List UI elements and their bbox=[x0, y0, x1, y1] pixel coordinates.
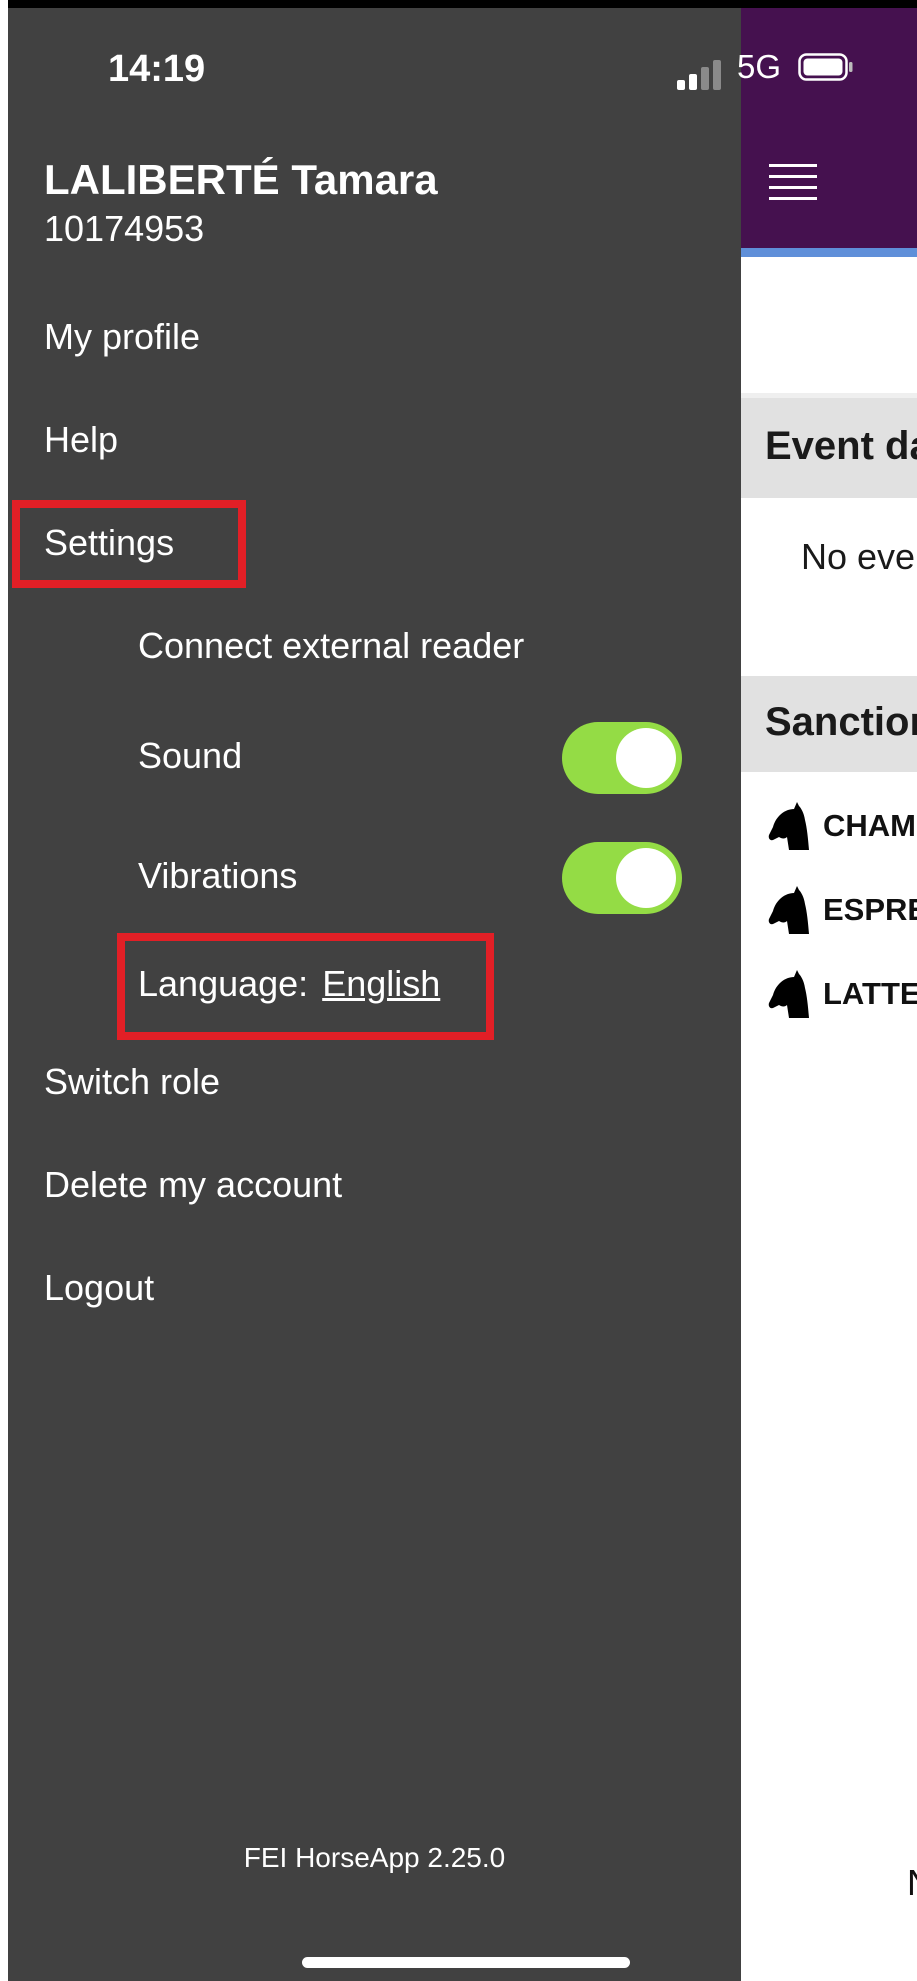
hamburger-menu-icon[interactable] bbox=[769, 164, 817, 200]
language-label: Language: bbox=[138, 963, 309, 1004]
screen-top-border bbox=[0, 0, 917, 8]
network-type: 5G bbox=[737, 48, 782, 85]
language-value[interactable]: English bbox=[322, 963, 440, 1004]
app-version: FEI HorseApp 2.25.0 bbox=[243, 1842, 506, 1873]
user-name: LALIBERTÉ Tamara bbox=[44, 156, 438, 203]
home-indicator[interactable] bbox=[302, 1957, 630, 1968]
horse-head-icon bbox=[768, 886, 809, 934]
menu-item-settings[interactable]: Settings bbox=[44, 522, 174, 564]
horse-name: ESPRE bbox=[823, 892, 917, 927]
cellular-signal-icon bbox=[677, 58, 731, 90]
horse-name: CHAM bbox=[823, 808, 916, 843]
vibrations-label: Vibrations bbox=[138, 855, 298, 896]
sanction-section-title: Sanction bbox=[765, 700, 917, 744]
sound-toggle[interactable] bbox=[562, 722, 682, 794]
vibrations-toggle[interactable] bbox=[562, 842, 682, 914]
event-section-header: Event da bbox=[741, 398, 917, 498]
sanction-section-header: Sanction bbox=[741, 676, 917, 772]
menu-item-delete-account[interactable]: Delete my account bbox=[44, 1164, 342, 1206]
menu-item-switch-role[interactable]: Switch role bbox=[44, 1061, 220, 1103]
app-header bbox=[741, 0, 917, 248]
no-event-message: No eve bbox=[801, 536, 916, 577]
app-bottom-partial-text: N bbox=[907, 1862, 917, 1904]
progress-bar bbox=[741, 248, 917, 257]
horse-head-icon bbox=[768, 970, 809, 1018]
event-section-title: Event da bbox=[765, 424, 917, 468]
sound-label: Sound bbox=[138, 735, 243, 776]
menu-item-help[interactable]: Help bbox=[44, 419, 118, 461]
menu-item-logout[interactable]: Logout bbox=[44, 1267, 154, 1309]
battery-icon bbox=[798, 53, 853, 81]
screen-left-border bbox=[0, 0, 8, 1981]
horse-name: LATTE bbox=[823, 976, 917, 1011]
horse-head-icon bbox=[768, 802, 809, 850]
user-id: 10174953 bbox=[44, 208, 205, 249]
status-time: 14:19 bbox=[108, 48, 206, 90]
connect-external-reader[interactable]: Connect external reader bbox=[138, 625, 524, 667]
menu-item-my-profile[interactable]: My profile bbox=[44, 316, 200, 358]
language-setting[interactable]: Language: English bbox=[138, 963, 440, 1005]
side-drawer: 14:19 LALIBERTÉ Tamara 10174953 My profi… bbox=[8, 8, 741, 1981]
app-main-page: Event da No eve Sanction CHAM ESPRE LATT… bbox=[741, 0, 917, 1981]
